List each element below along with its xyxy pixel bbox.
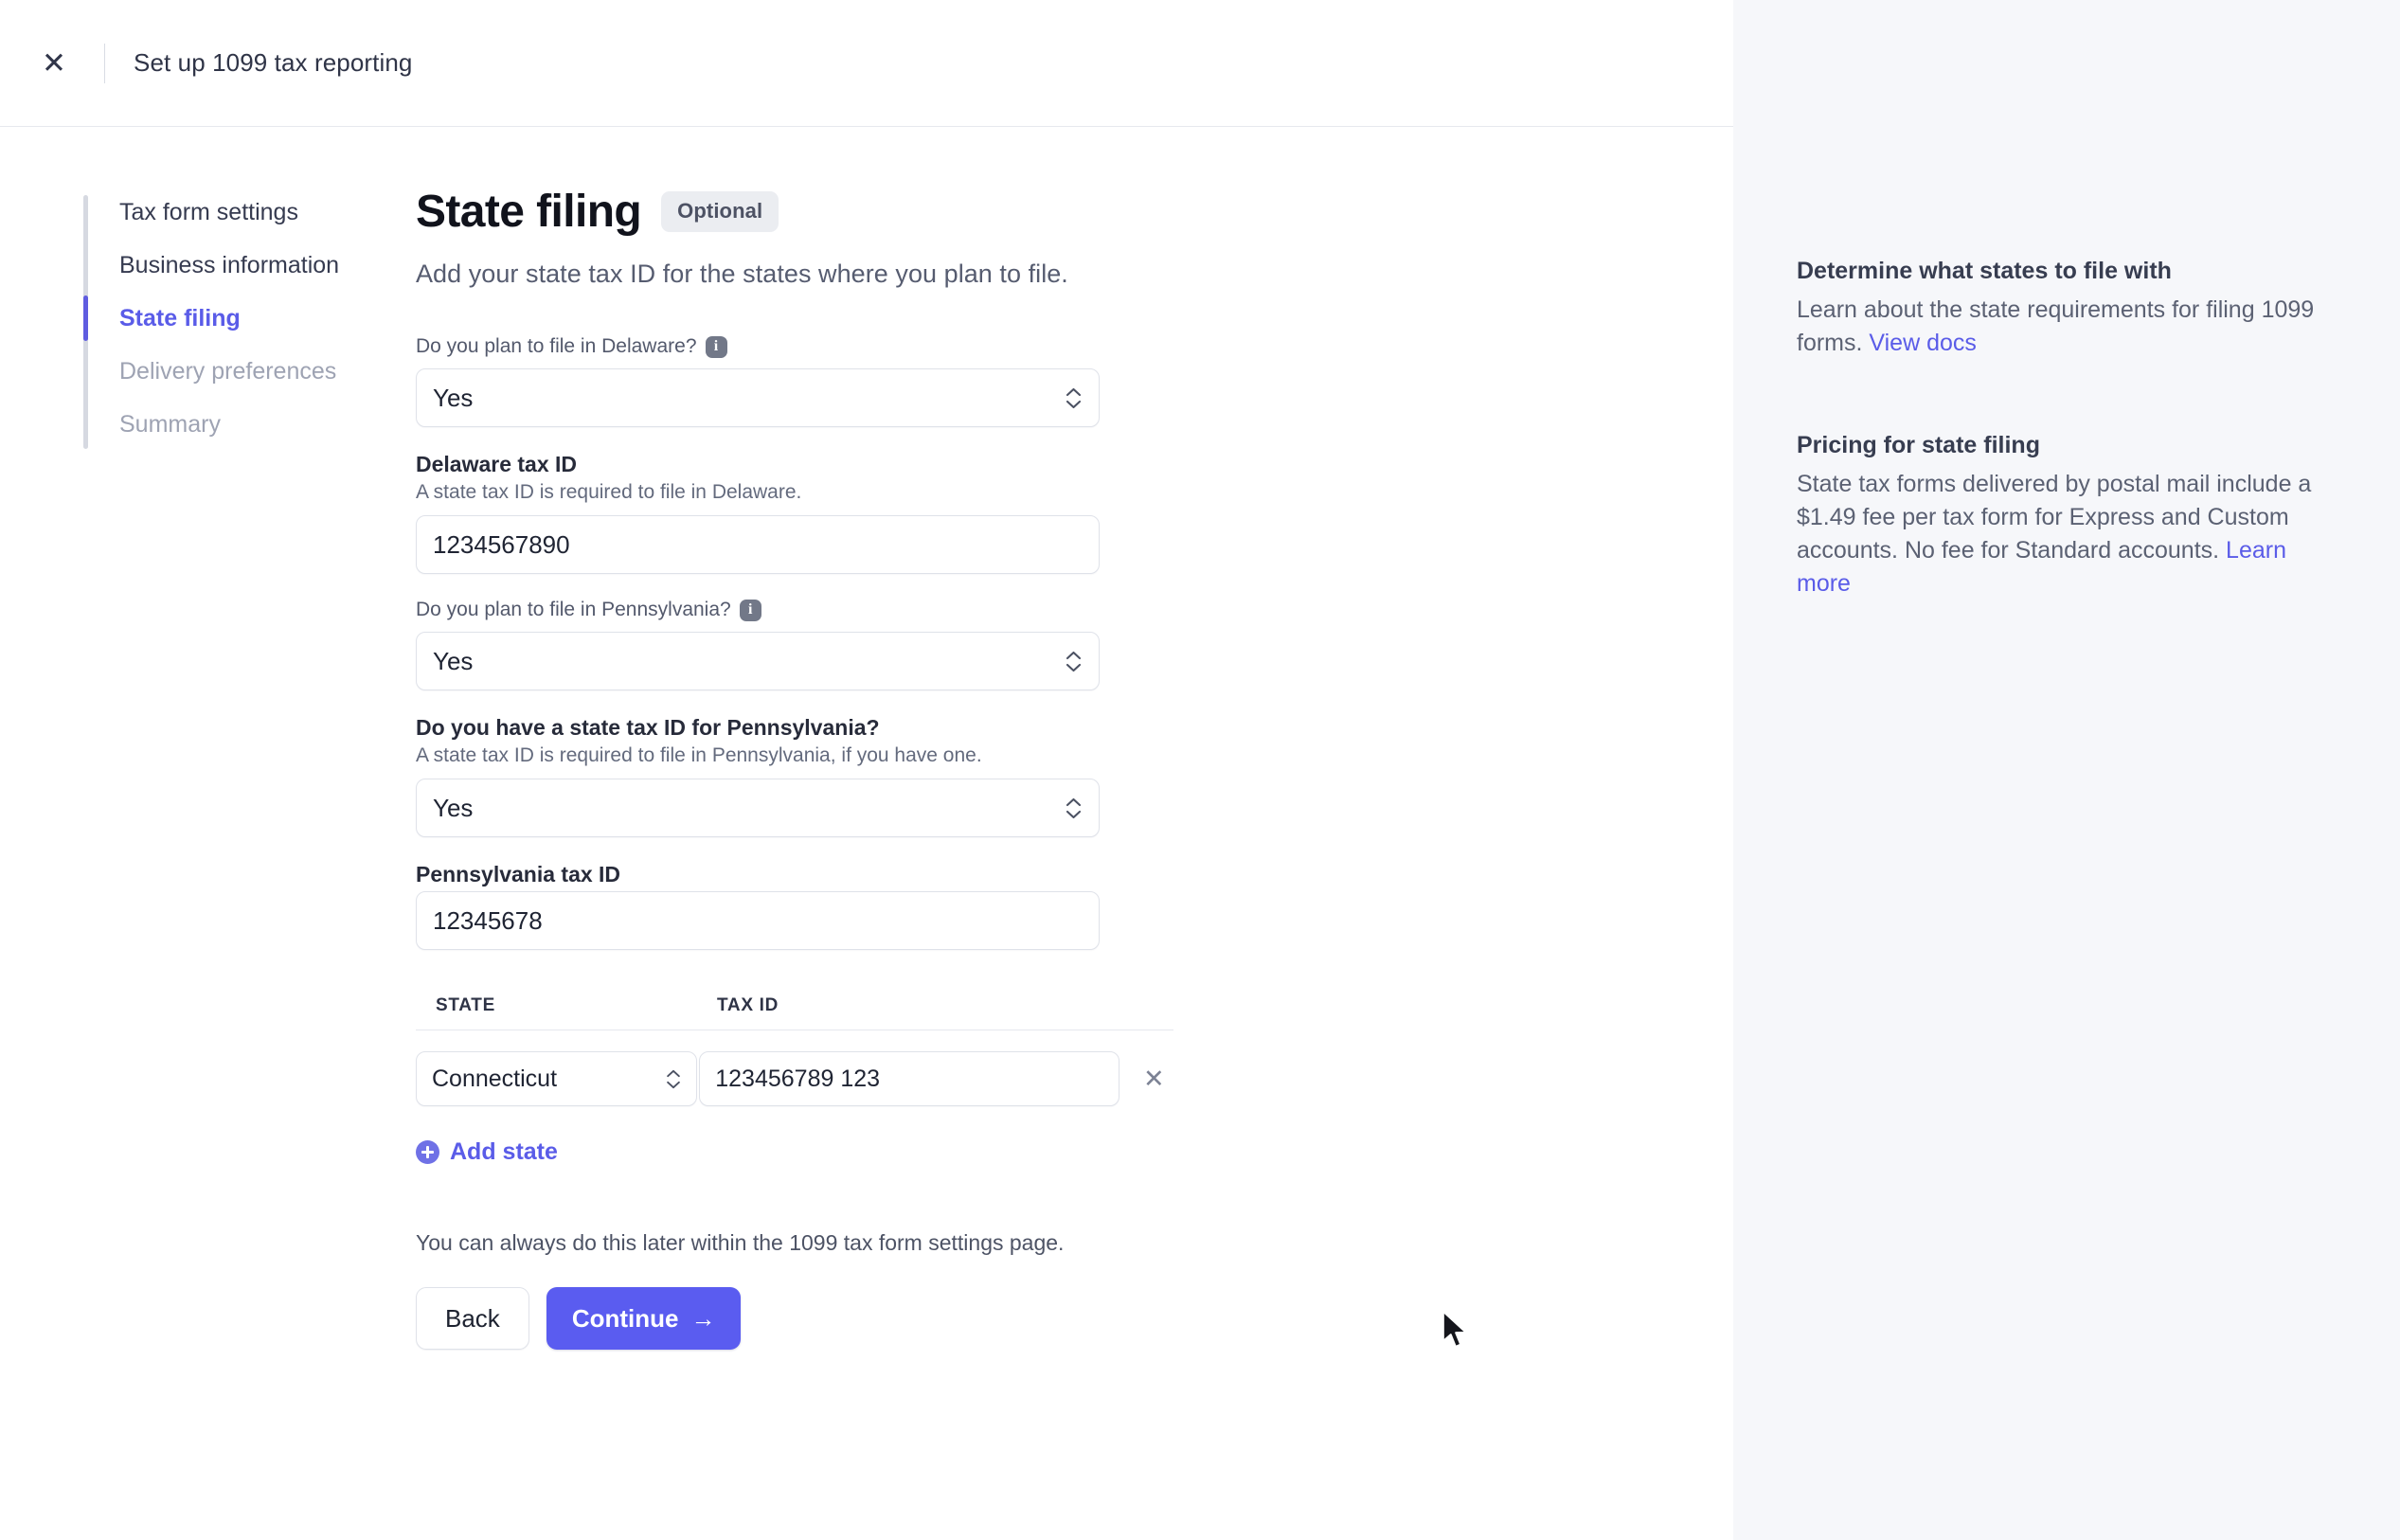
sidebar-item-label: Business information [119, 251, 340, 278]
info-icon[interactable]: i [739, 599, 761, 621]
state-tax-id-input[interactable]: 123456789 123 [699, 1051, 1119, 1106]
field-delaware-plan: Do you plan to file in Delaware? i Yes [416, 335, 1525, 427]
select-value: Yes [433, 793, 474, 822]
sidebar-item-tax-form-settings[interactable]: Tax form settings [83, 186, 407, 239]
page-title: State filing [416, 187, 642, 237]
field-question: Do you plan to file in Pennsylvania? i [416, 599, 1525, 621]
sidebar-item-label: Tax form settings [119, 198, 298, 225]
form-actions: Back Continue → [416, 1287, 1525, 1350]
sidebar-item-state-filing[interactable]: State filing [83, 292, 407, 345]
help-text: Learn about the state requirements for f… [1797, 294, 2339, 361]
close-icon[interactable]: ✕ [28, 38, 80, 89]
topbar-title: Set up 1099 tax reporting [134, 48, 413, 77]
chevron-up-down-icon [666, 1069, 681, 1089]
pennsylvania-tax-id-input[interactable]: 12345678 [416, 891, 1100, 950]
sidebar-item-label: State filing [119, 304, 241, 331]
help-title: Pricing for state filing [1797, 431, 2040, 458]
select-value: Yes [433, 646, 474, 675]
stepper-list: Tax form settings Business information S… [83, 186, 407, 451]
table-row: Connecticut 123456789 123 ✕ [416, 1030, 1173, 1106]
field-delaware-tax-id: Delaware tax ID A state tax ID is requir… [416, 452, 1525, 574]
help-block-pricing: Pricing for state filing State tax forms… [1797, 432, 2339, 601]
question-text: Do you plan to file in Pennsylvania? [416, 599, 731, 620]
info-icon[interactable]: i [705, 335, 727, 358]
question-text: Do you plan to file in Delaware? [416, 335, 697, 357]
pennsylvania-has-id-select[interactable]: Yes [416, 779, 1100, 837]
chevron-up-down-icon [1066, 797, 1082, 819]
column-header-state: STATE [436, 995, 495, 1015]
field-label: Delaware tax ID [416, 452, 578, 476]
page-subtitle: Add your state tax ID for the states whe… [416, 260, 1068, 288]
field-label: Do you have a state tax ID for Pennsylva… [416, 715, 880, 740]
stepper-nav: Tax form settings Business information S… [0, 186, 407, 1350]
view-docs-link[interactable]: View docs [1869, 330, 1977, 356]
add-state-label: Add state [450, 1138, 558, 1165]
field-label: Pennsylvania tax ID [416, 862, 621, 886]
continue-button[interactable]: Continue → [546, 1287, 742, 1350]
form-content: State filing Optional Add your state tax… [407, 186, 1525, 1350]
help-title: Determine what states to file with [1797, 258, 2172, 284]
state-select[interactable]: Connecticut [416, 1051, 697, 1106]
field-pennsylvania-has-id: Do you have a state tax ID for Pennsylva… [416, 715, 1525, 837]
chevron-up-down-icon [1066, 651, 1082, 672]
sidebar-item-label: Delivery preferences [119, 357, 337, 385]
add-state-button[interactable]: Add state [416, 1138, 558, 1166]
topbar: ✕ Set up 1099 tax reporting [0, 0, 1733, 127]
help-panel: Determine what states to file with Learn… [1733, 0, 2400, 1540]
states-table: STATE TAX ID Connecticut 123456789 123 ✕… [416, 995, 1173, 1166]
help-block-states: Determine what states to file with Learn… [1797, 258, 2339, 361]
sidebar-item-business-information[interactable]: Business information [83, 239, 407, 292]
field-question: Do you plan to file in Delaware? i [416, 335, 1525, 358]
column-header-tax-id: TAX ID [717, 995, 779, 1015]
remove-state-close-icon[interactable]: ✕ [1135, 1058, 1173, 1100]
cell-state: Connecticut [416, 1051, 699, 1106]
field-help-text: A state tax ID is required to file in Pe… [416, 744, 982, 766]
continue-label: Continue [571, 1303, 679, 1333]
topbar-divider [104, 43, 105, 83]
pennsylvania-plan-select[interactable]: Yes [416, 632, 1100, 690]
optional-badge: Optional [661, 191, 779, 232]
input-value: 12345678 [433, 905, 543, 935]
sidebar-item-summary[interactable]: Summary [83, 398, 407, 451]
plus-circle-icon [416, 1140, 439, 1164]
back-button[interactable]: Back [416, 1287, 529, 1350]
title-row: State filing Optional [416, 186, 1525, 238]
arrow-right-icon: → [690, 1303, 716, 1333]
input-value: 123456789 123 [715, 1065, 881, 1092]
body-area: Tax form settings Business information S… [0, 127, 1733, 1350]
table-header-row: STATE TAX ID [416, 995, 1173, 1030]
input-value: 1234567890 [433, 529, 570, 559]
tax-setup-modal: ✕ Set up 1099 tax reporting Tax form set… [0, 0, 2400, 1540]
help-text: State tax forms delivered by postal mail… [1797, 468, 2339, 601]
delaware-tax-id-input[interactable]: 1234567890 [416, 515, 1100, 574]
main-pane: ✕ Set up 1099 tax reporting Tax form set… [0, 0, 1733, 1540]
select-value: Yes [433, 383, 474, 412]
footer-note: You can always do this later within the … [416, 1230, 1065, 1255]
field-help-text: A state tax ID is required to file in De… [416, 481, 802, 503]
sidebar-item-label: Summary [119, 410, 221, 438]
sidebar-item-delivery-preferences[interactable]: Delivery preferences [83, 345, 407, 398]
field-pennsylvania-tax-id: Pennsylvania tax ID 12345678 [416, 862, 1525, 950]
delaware-plan-select[interactable]: Yes [416, 368, 1100, 427]
field-pennsylvania-plan: Do you plan to file in Pennsylvania? i Y… [416, 599, 1525, 690]
chevron-up-down-icon [1066, 387, 1082, 409]
select-value: Connecticut [432, 1065, 558, 1092]
